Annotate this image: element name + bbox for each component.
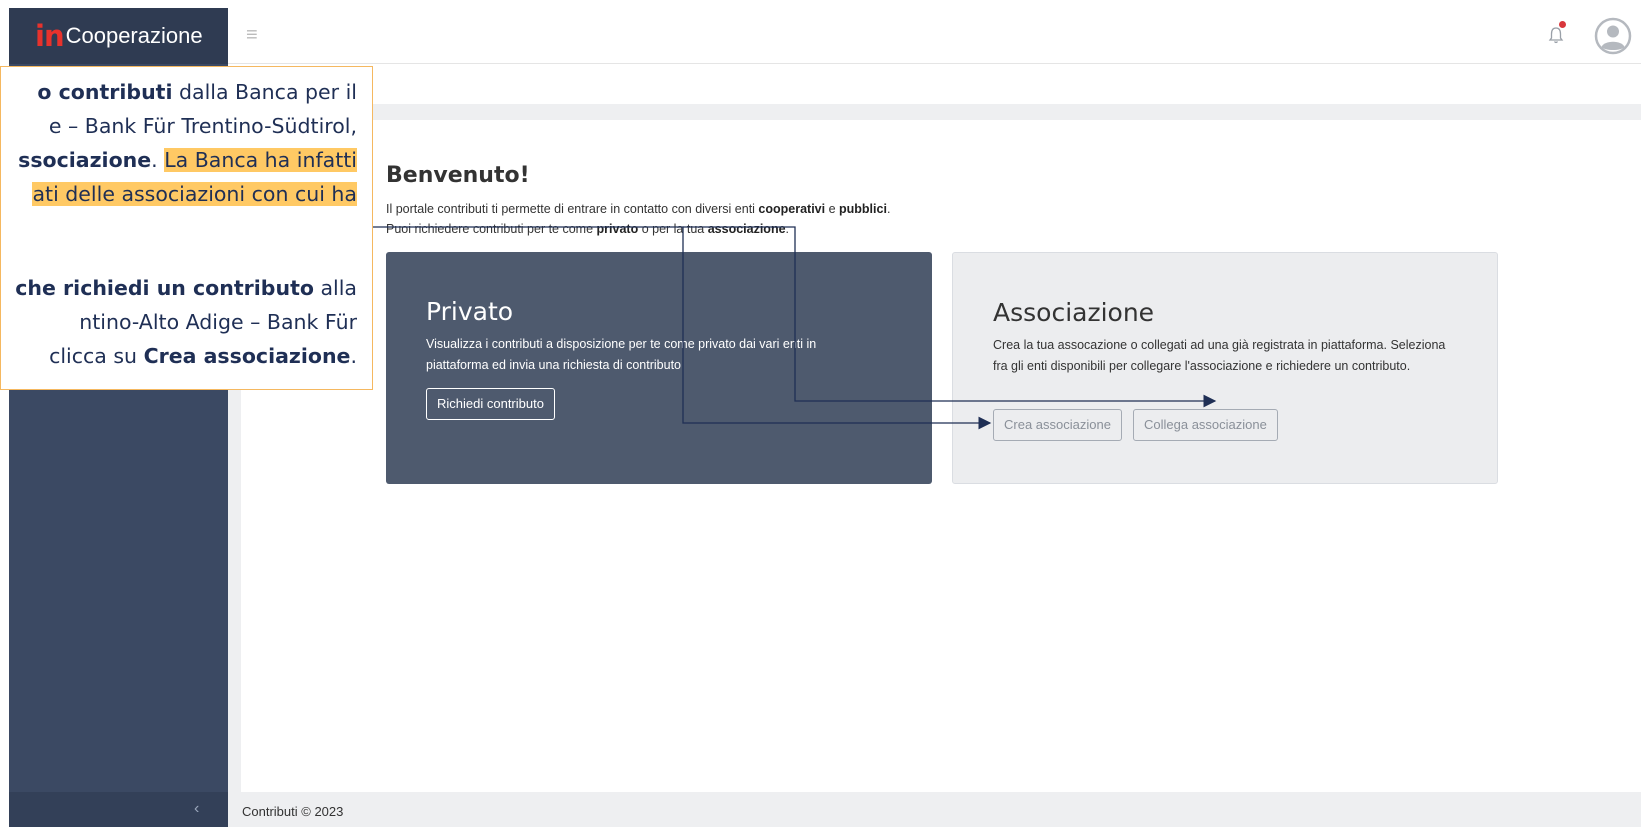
arrow-to-link-association — [683, 226, 1217, 408]
callout-arrows — [373, 226, 1217, 430]
arrow-to-create-association — [373, 226, 992, 430]
